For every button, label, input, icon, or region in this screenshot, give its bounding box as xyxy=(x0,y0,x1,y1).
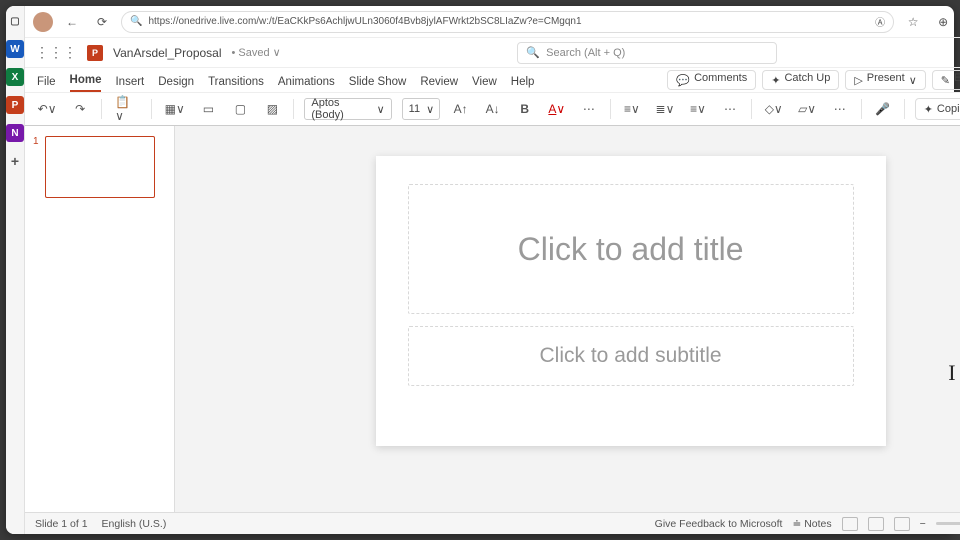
shapes-button[interactable]: ◇∨ xyxy=(762,98,785,120)
present-button[interactable]: ▷ Present ∨ xyxy=(845,70,925,90)
rail-powerpoint-icon[interactable]: P xyxy=(6,96,24,114)
reset-button[interactable]: ▢ xyxy=(229,98,251,120)
numbering-button[interactable]: ≣∨ xyxy=(653,98,677,120)
app-titlebar: ⋮⋮⋮ P VanArsdel_Proposal • Saved ∨ 🔍 Sea… xyxy=(25,38,960,68)
workspace: 1 Click to add title Click to add subtit… xyxy=(25,126,960,512)
rail-add-icon[interactable]: + xyxy=(6,152,24,170)
notes-button[interactable]: ≐ Notes xyxy=(792,518,831,530)
search-placeholder: Search (Alt + Q) xyxy=(546,47,625,59)
tab-help[interactable]: Help xyxy=(511,76,535,92)
rail-onenote-icon[interactable]: N xyxy=(6,124,24,142)
font-size-select[interactable]: 11∨ xyxy=(402,98,440,120)
decrease-font-button[interactable]: A↓ xyxy=(482,98,504,120)
rail-tab-icon[interactable]: ▢ xyxy=(6,12,24,30)
redo-button[interactable]: ↷ xyxy=(69,98,91,120)
rail-excel-icon[interactable]: X xyxy=(6,68,24,86)
favorite-icon[interactable]: ☆ xyxy=(902,11,924,33)
dictate-button[interactable]: 🎤 xyxy=(872,98,894,120)
text-cursor-icon: I xyxy=(948,360,955,386)
status-bar: Slide 1 of 1 English (U.S.) Give Feedbac… xyxy=(25,512,960,534)
zoom-out-button[interactable]: − xyxy=(920,518,926,530)
reading-view-button[interactable] xyxy=(894,517,910,531)
title-placeholder[interactable]: Click to add title xyxy=(408,184,854,314)
bullets-button[interactable]: ≡∨ xyxy=(621,98,643,120)
paste-button[interactable]: 📋∨ xyxy=(112,98,141,120)
tab-file[interactable]: File xyxy=(37,76,56,92)
collections-icon[interactable]: ⊕ xyxy=(932,11,954,33)
tab-view[interactable]: View xyxy=(472,76,497,92)
save-status[interactable]: • Saved ∨ xyxy=(232,46,281,59)
search-box[interactable]: 🔍 Search (Alt + Q) xyxy=(517,42,777,64)
url-input[interactable] xyxy=(148,16,869,27)
lock-icon: 🔍 xyxy=(130,16,142,27)
app-launcher-icon[interactable]: ⋮⋮⋮ xyxy=(35,44,77,61)
font-name-select[interactable]: Aptos (Body)∨ xyxy=(304,98,391,120)
tab-slideshow[interactable]: Slide Show xyxy=(349,76,407,92)
tab-home[interactable]: Home xyxy=(70,74,102,92)
sorter-view-button[interactable] xyxy=(868,517,884,531)
rail-word-icon[interactable]: W xyxy=(6,40,24,58)
powerpoint-logo-icon: P xyxy=(87,45,103,61)
new-slide-button[interactable]: ▦∨ xyxy=(162,98,187,120)
language-status[interactable]: English (U.S.) xyxy=(102,518,167,530)
read-aloud-icon[interactable]: Ⓐ xyxy=(875,14,885,29)
address-bar[interactable]: 🔍 Ⓐ xyxy=(121,11,894,33)
ribbon-toolbar: ↶∨ ↷ 📋∨ ▦∨ ▭ ▢ ▨ Aptos (Body)∨ 11∨ A↑ A↓… xyxy=(25,92,960,126)
tab-animations[interactable]: Animations xyxy=(278,76,335,92)
catchup-button[interactable]: ✦ Catch Up xyxy=(762,70,839,90)
tab-transitions[interactable]: Transitions xyxy=(208,76,264,92)
editing-mode-button[interactable]: ✎ Editing ∨ xyxy=(932,70,960,90)
back-button[interactable]: ← xyxy=(61,11,83,33)
comments-button[interactable]: 💬 Comments xyxy=(667,70,756,90)
arrange-button[interactable]: ▱∨ xyxy=(795,98,818,120)
section-button[interactable]: ▨ xyxy=(261,98,283,120)
align-button[interactable]: ≡∨ xyxy=(687,98,709,120)
undo-button[interactable]: ↶∨ xyxy=(35,98,59,120)
bold-button[interactable]: B xyxy=(514,98,536,120)
more-font-button[interactable]: ⋯ xyxy=(578,98,600,120)
subtitle-placeholder[interactable]: Click to add subtitle xyxy=(408,326,854,386)
more-drawing-button[interactable]: ⋯ xyxy=(829,98,851,120)
normal-view-button[interactable] xyxy=(842,517,858,531)
feedback-link[interactable]: Give Feedback to Microsoft xyxy=(655,518,783,530)
tab-review[interactable]: Review xyxy=(420,76,458,92)
slide-thumbnails-panel[interactable]: 1 xyxy=(25,126,175,512)
tab-design[interactable]: Design xyxy=(158,76,194,92)
thumbnail-number: 1 xyxy=(33,136,39,198)
layout-button[interactable]: ▭ xyxy=(197,98,219,120)
font-color-button[interactable]: A∨ xyxy=(546,98,568,120)
ribbon-tabs: File Home Insert Design Transitions Anim… xyxy=(25,68,960,92)
slide[interactable]: Click to add title Click to add subtitle… xyxy=(376,156,886,446)
profile-avatar[interactable] xyxy=(33,12,53,32)
refresh-button[interactable]: ⟳ xyxy=(91,11,113,33)
tab-insert[interactable]: Insert xyxy=(115,76,144,92)
document-name[interactable]: VanArsdel_Proposal xyxy=(113,46,222,60)
increase-font-button[interactable]: A↑ xyxy=(450,98,472,120)
more-para-button[interactable]: ⋯ xyxy=(719,98,741,120)
app-rail: ▢ W X P N + xyxy=(6,6,25,534)
slide-canvas-area[interactable]: Click to add title Click to add subtitle… xyxy=(175,126,960,512)
thumbnail-preview[interactable] xyxy=(45,136,155,198)
copilot-button[interactable]: ✦ Copilot xyxy=(915,98,960,120)
zoom-slider[interactable] xyxy=(936,522,960,525)
slide-counter[interactable]: Slide 1 of 1 xyxy=(35,518,88,530)
browser-tabstrip: ← ⟳ 🔍 Ⓐ ☆ ⊕ ⋯ ― ▢ ✕ xyxy=(25,6,960,38)
thumbnail-slide-1[interactable]: 1 xyxy=(33,136,166,198)
search-icon: 🔍 xyxy=(526,46,540,59)
